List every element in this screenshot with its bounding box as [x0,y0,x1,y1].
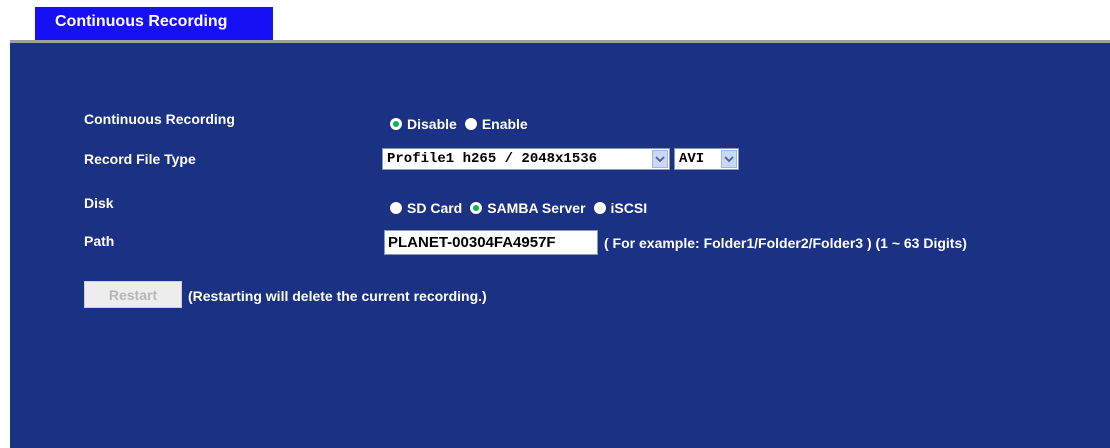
path-controls: PLANET-00304FA4957F ( For example: Folde… [384,230,967,255]
restart-button[interactable]: Restart [84,281,182,308]
iscsi-label: iSCSI [610,200,648,216]
chevron-down-icon[interactable] [721,150,737,168]
disk-label: Disk [84,195,114,211]
chevron-down-icon[interactable] [652,150,668,168]
format-select[interactable]: AVI [674,148,739,170]
continuous-recording-tab[interactable]: Continuous Recording [35,7,273,40]
enable-label: Enable [481,116,528,132]
samba-server-radio[interactable] [470,202,483,214]
enable-radio[interactable] [464,118,477,130]
disable-radio[interactable] [390,118,402,130]
path-input[interactable]: PLANET-00304FA4957F [384,230,598,255]
record-file-type-controls: Profile1 h265 / 2048x1536 AVI [382,148,743,170]
continuous-recording-label: Continuous Recording [84,111,235,127]
disk-options: SD Card SAMBA Server iSCSI [372,200,647,216]
profile-select[interactable]: Profile1 h265 / 2048x1536 [382,148,670,170]
path-hint: ( For example: Folder1/Folder2/Folder3 )… [604,234,967,251]
sd-card-label: SD Card [407,200,463,216]
iscsi-radio[interactable] [593,202,606,214]
tab-label: Continuous Recording [55,13,228,30]
profile-select-value: Profile1 h265 / 2048x1536 [387,151,598,167]
disable-label: Disable [407,116,457,132]
restart-note: (Restarting will delete the current reco… [188,288,487,304]
path-label: Path [84,233,115,249]
samba-server-label: SAMBA Server [487,200,586,216]
format-select-value: AVI [679,151,705,167]
continuous-recording-options: Disable Enable [372,116,528,132]
record-file-type-label: Record File Type [84,151,196,167]
sd-card-radio[interactable] [390,202,402,214]
